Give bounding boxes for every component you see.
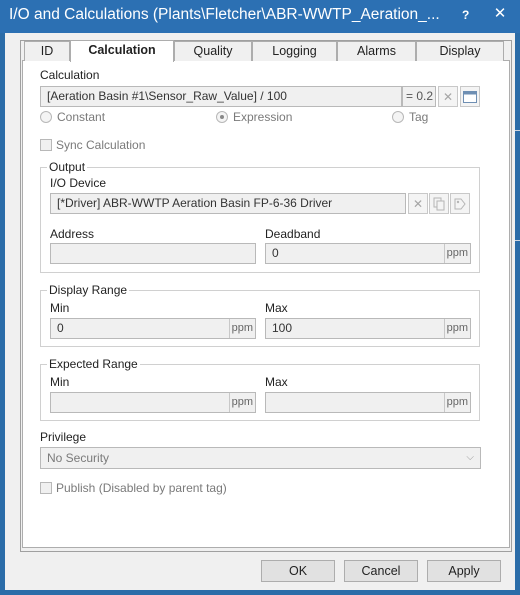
publish-checkbox[interactable]	[40, 482, 52, 494]
display-max-value: 100	[272, 321, 293, 335]
cancel-button[interactable]: Cancel	[344, 560, 418, 582]
tab-quality[interactable]: Quality	[174, 41, 252, 61]
deadband-field[interactable]: 0 ppm	[265, 243, 471, 264]
io-device-label: I/O Device	[50, 176, 107, 190]
help-button[interactable]: ?	[462, 8, 469, 22]
clear-expression-button[interactable]: ✕	[438, 86, 458, 107]
clear-icon: ✕	[442, 89, 454, 104]
apply-button[interactable]: Apply	[427, 560, 501, 582]
tab-logging[interactable]: Logging	[252, 41, 337, 61]
expected-max-field[interactable]: ppm	[265, 392, 471, 413]
clear-icon: ✕	[412, 196, 424, 211]
tag-icon	[454, 198, 466, 209]
privilege-value: No Security	[47, 451, 110, 465]
expected-min-unit: ppm	[228, 393, 255, 412]
chevron-down-icon: ⌵	[466, 452, 474, 463]
title-bar: I/O and Calculations (Plants\Fletcher\AB…	[0, 0, 520, 33]
tab-alarms[interactable]: Alarms	[337, 41, 416, 61]
publish-label: Publish (Disabled by parent tag)	[56, 481, 227, 495]
tag-device-button[interactable]	[450, 193, 470, 214]
copy-tag-icon	[433, 197, 445, 210]
window-icon	[463, 90, 477, 103]
expression-editor-button[interactable]	[460, 86, 480, 107]
tab-calculation[interactable]: Calculation	[70, 40, 174, 62]
display-range-group-title: Display Range	[47, 283, 130, 297]
background-app-edge	[515, 130, 520, 131]
display-min-label: Min	[50, 301, 70, 315]
display-min-value: 0	[57, 321, 64, 335]
privilege-select[interactable]: No Security ⌵	[40, 447, 481, 469]
display-min-field[interactable]: 0 ppm	[50, 318, 256, 339]
radio-tag-label: Tag	[409, 110, 429, 124]
output-group-title: Output	[47, 160, 88, 174]
address-field[interactable]	[50, 243, 256, 264]
expected-range-group-title: Expected Range	[47, 357, 140, 371]
radio-expression[interactable]	[216, 111, 228, 123]
calculation-label: Calculation	[40, 68, 100, 82]
display-max-field[interactable]: 100 ppm	[265, 318, 471, 339]
sync-calculation-checkbox[interactable]	[40, 139, 52, 151]
address-label: Address	[50, 227, 95, 241]
radio-tag[interactable]	[392, 111, 404, 123]
calculation-expression-field[interactable]: [Aeration Basin #1\Sensor_Raw_Value] / 1…	[40, 86, 402, 107]
ok-button[interactable]: OK	[261, 560, 335, 582]
expected-min-label: Min	[50, 375, 70, 389]
radio-constant[interactable]	[40, 111, 52, 123]
display-max-label: Max	[265, 301, 288, 315]
privilege-label: Privilege	[40, 430, 87, 444]
deadband-value: 0	[272, 246, 279, 260]
expected-min-field[interactable]: ppm	[50, 392, 256, 413]
tab-display[interactable]: Display	[416, 41, 504, 61]
sync-calculation-label: Sync Calculation	[56, 138, 146, 152]
calculation-result: = 0.2	[402, 86, 436, 107]
display-min-unit: ppm	[228, 319, 255, 338]
close-button[interactable]: ✕	[488, 4, 512, 26]
clear-device-button[interactable]: ✕	[408, 193, 428, 214]
deadband-unit: ppm	[443, 244, 470, 263]
browse-device-button[interactable]	[429, 193, 449, 214]
background-app-edge	[515, 240, 520, 241]
radio-expression-label: Expression	[233, 110, 293, 124]
expected-max-unit: ppm	[443, 393, 470, 412]
display-max-unit: ppm	[443, 319, 470, 338]
expected-max-label: Max	[265, 375, 288, 389]
radio-constant-label: Constant	[57, 110, 106, 124]
deadband-label: Deadband	[265, 227, 321, 241]
window-title: I/O and Calculations (Plants\Fletcher\AB…	[9, 6, 440, 23]
io-device-field[interactable]: [*Driver] ABR-WWTP Aeration Basin FP-6-3…	[50, 193, 406, 214]
tab-id[interactable]: ID	[24, 41, 70, 61]
